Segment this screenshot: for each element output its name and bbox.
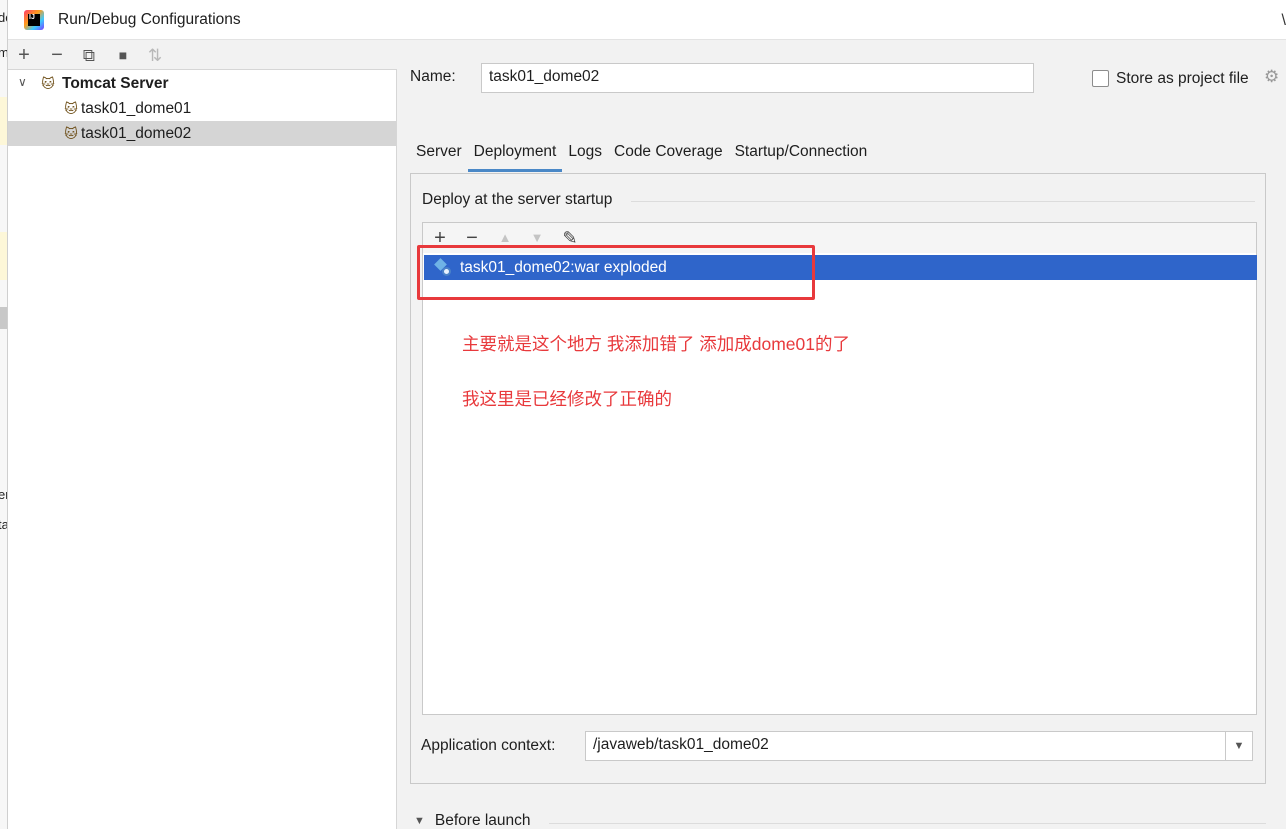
background-highlight <box>0 97 7 145</box>
tree-node-tomcat-server[interactable]: ∨ 🐱︎ Tomcat Server <box>8 71 396 96</box>
annotation-text-line-2: 我这里是已经修改了正确的 <box>462 389 672 409</box>
background-text-fragment: ta <box>0 517 7 532</box>
before-launch-section-header[interactable]: ▼ Before launch <box>414 812 531 829</box>
tab-deployment[interactable]: Deployment <box>467 141 563 172</box>
background-text-fragment: er <box>0 487 7 502</box>
application-context-label: Application context: <box>421 737 556 754</box>
window-title: Run/Debug Configurations <box>58 11 241 28</box>
chevron-down-icon[interactable]: ∨ <box>18 75 27 89</box>
copy-configuration-icon[interactable]: ⧉ <box>77 43 101 67</box>
tree-item-task01-dome01[interactable]: 🐱︎ task01_dome01 <box>8 96 396 121</box>
tab-code-coverage[interactable]: Code Coverage <box>608 141 729 172</box>
add-configuration-icon[interactable]: + <box>12 43 36 67</box>
name-input[interactable]: task01_dome02 <box>481 63 1034 93</box>
tomcat-icon: 🐱︎ <box>64 125 78 141</box>
tree-item-label: task01_dome02 <box>81 124 192 142</box>
tab-server[interactable]: Server <box>410 141 468 172</box>
tomcat-icon: 🐱︎ <box>64 100 78 116</box>
store-as-project-file-label[interactable]: Store as project file <box>1116 70 1249 88</box>
new-folder-icon[interactable]: ■ <box>111 43 135 67</box>
remove-configuration-icon[interactable]: − <box>45 43 69 67</box>
application-context-input[interactable]: /javaweb/task01_dome02 <box>585 731 1226 761</box>
chevron-down-icon: ▼ <box>1233 740 1245 752</box>
tab-startup-connection[interactable]: Startup/Connection <box>729 141 874 172</box>
settings-tabs: Server Deployment Logs Code Coverage Sta… <box>410 141 873 173</box>
store-as-project-file-checkbox[interactable] <box>1092 70 1109 87</box>
tomcat-icon: 🐱︎ <box>41 75 55 91</box>
before-launch-label: Before launch <box>434 812 531 829</box>
deploy-section-title: Deploy at the server startup <box>422 191 621 209</box>
title-bar-edge-glyph: \ <box>1281 12 1286 29</box>
intellij-app-icon: IJ <box>24 10 44 30</box>
background-text-fragment: m <box>0 45 7 60</box>
background-text-fragment: de <box>0 10 7 25</box>
annotation-highlight-box <box>417 245 815 300</box>
section-divider <box>631 201 1255 202</box>
tree-root-label: Tomcat Server <box>62 74 169 92</box>
background-ide-window: de m er ta <box>0 0 8 829</box>
tree-toolbar: + − ⧉ ■ ⇅ <box>8 40 397 70</box>
gear-icon[interactable]: ⚙ <box>1264 67 1279 87</box>
tab-logs[interactable]: Logs <box>562 141 608 172</box>
title-bar[interactable]: IJ Run/Debug Configurations \ <box>8 0 1286 40</box>
annotation-text-line-1: 主要就是这个地方 我添加错了 添加成dome01的了 <box>462 334 850 354</box>
application-context-dropdown-button[interactable]: ▼ <box>1226 731 1253 761</box>
section-divider <box>549 823 1266 824</box>
tree-item-task01-dome02[interactable]: 🐱︎ task01_dome02 <box>8 121 396 146</box>
collapse-arrow-icon[interactable]: ▼ <box>414 815 425 827</box>
configurations-tree-panel: + − ⧉ ■ ⇅ ∨ 🐱︎ Tomcat Server 🐱︎ task01_d… <box>8 40 397 829</box>
background-gray-bar <box>0 307 7 329</box>
tree-item-label: task01_dome01 <box>81 99 192 117</box>
sort-icon[interactable]: ⇅ <box>143 43 167 67</box>
name-label: Name: <box>410 68 456 85</box>
background-highlight <box>0 232 7 280</box>
